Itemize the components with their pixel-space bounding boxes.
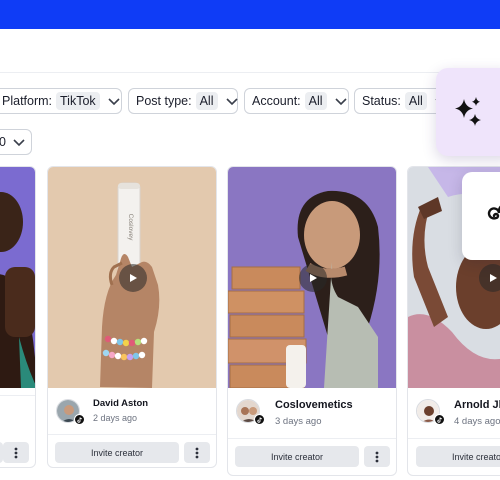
sparkles-icon [455,97,481,126]
card-divider [228,438,396,439]
creator-card[interactable]: Coslovemetics 3 days ago Invite creator [227,166,397,476]
post-type-filter-label: Post type: [136,94,192,108]
play-button[interactable] [119,264,147,292]
spiral-icon [487,205,500,220]
platform-filter[interactable]: Platform: TikTok [0,88,122,114]
posted-time: 2 days ago [93,413,138,423]
card-divider [48,434,216,435]
sort-select-value: 0 [0,135,6,149]
invite-creator-button[interactable]: Invite creator [55,442,179,463]
creator-video-thumbnail[interactable] [0,167,35,388]
posted-time: 3 days ago [275,416,322,427]
ai-assistant-panel[interactable] [436,68,500,156]
chevron-down-icon [225,96,239,106]
more-options-button[interactable] [364,446,390,467]
platform-filter-label: Platform: [2,94,53,108]
spiral-widget[interactable] [462,172,500,260]
chevron-down-icon [12,137,26,147]
more-vertical-icon [195,447,199,458]
status-filter-value: All [404,92,427,110]
chevron-down-icon [107,96,121,106]
invite-creator-button[interactable]: Invite creator [235,446,359,467]
invite-creator-label: Invite creator [451,451,500,462]
post-type-filter[interactable]: Post type: All [128,88,238,114]
toolbar-divider [0,72,500,73]
invite-creator-label: Invite creator [270,451,324,462]
card-divider [408,438,500,439]
creator-name[interactable]: Coslovemetics [275,399,353,411]
top-bar [0,0,500,29]
tiktok-icon [254,414,265,425]
play-button[interactable] [479,264,500,292]
more-vertical-icon [14,447,18,458]
account-filter-label: Account: [252,94,301,108]
tiktok-icon [434,414,445,425]
sort-select[interactable]: 0 [0,129,32,155]
play-icon [130,274,137,282]
creator-card[interactable] [0,166,36,468]
creator-card[interactable]: Coslovey David Aston 2 days ago Invite c… [47,166,217,468]
status-filter-label: Status: [362,94,401,108]
post-type-filter-value: All [195,92,218,110]
posted-time: 4 days ago [454,416,500,427]
play-icon [490,274,497,282]
creator-name[interactable]: David Aston [93,398,148,409]
tiktok-icon [74,414,85,425]
invite-creator-button[interactable]: Invite creator [416,446,500,467]
more-options-button[interactable] [184,442,210,463]
more-vertical-icon [375,451,379,462]
account-filter[interactable]: Account: All [244,88,349,114]
account-filter-value: All [304,92,327,110]
play-icon [310,274,317,282]
card-divider [0,395,35,396]
invite-creator-label: Invite creator [90,447,144,458]
creator-name[interactable]: Arnold Jl [454,399,500,411]
more-options-button[interactable] [3,442,29,463]
product-label: Coslovey [127,214,134,241]
platform-filter-value: TikTok [56,92,100,110]
chevron-down-icon [334,96,348,106]
play-button[interactable] [299,264,327,292]
